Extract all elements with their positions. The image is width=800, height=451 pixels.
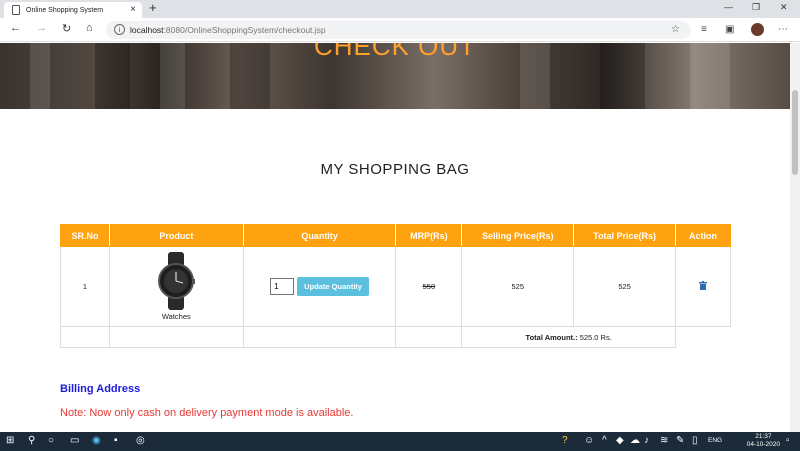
refresh-icon[interactable]: ↻ xyxy=(62,22,71,35)
product-name: Watches xyxy=(161,312,191,321)
cart-table: SR.No Product Quantity MRP(Rs) Selling P… xyxy=(60,224,731,348)
close-tab-icon[interactable]: × xyxy=(130,4,136,15)
help-icon[interactable]: ? xyxy=(562,435,568,446)
browser-tab[interactable]: Online Shopping System × xyxy=(4,2,142,18)
clock-time: 21:37 xyxy=(755,433,772,440)
favorites-list-icon[interactable]: ≡ xyxy=(701,24,707,35)
table-header-row: SR.No Product Quantity MRP(Rs) Selling P… xyxy=(60,224,731,247)
restore-icon[interactable]: ❐ xyxy=(752,2,760,13)
total-row-cell xyxy=(60,326,110,348)
total-amount-value: 525.0 Rs. xyxy=(577,332,612,342)
page-viewport: CHECK OUT MY SHOPPING BAG SR.No Product … xyxy=(0,43,790,432)
billing-address-title: Billing Address xyxy=(60,383,141,395)
col-header-srno: SR.No xyxy=(60,224,110,247)
hero-banner: CHECK OUT xyxy=(0,43,790,109)
mrp-value: 550 xyxy=(422,282,436,291)
page-title: MY SHOPPING BAG xyxy=(320,161,470,178)
browser-titlebar: Online Shopping System × + — ❐ ✕ xyxy=(0,0,800,18)
tab-title: Online Shopping System xyxy=(26,6,104,14)
windows-taskbar: ⊞ ⚲ ○ ▭ ◉ ▪ ◎ ? ☺ ^ ◆ ☁ ♪ ≋ ✎ ▯ ENG 21:3… xyxy=(0,432,800,451)
forward-icon[interactable]: → xyxy=(36,22,47,34)
cell-product: Watches xyxy=(108,246,244,327)
terminal-icon[interactable]: ▪ xyxy=(114,435,118,446)
network-icon[interactable]: ≋ xyxy=(660,435,668,446)
col-header-mrp: MRP(Rs) xyxy=(395,224,463,247)
app-icon[interactable]: ◎ xyxy=(136,435,145,446)
total-amount-cell: Total Amount.: 525.0 Rs. xyxy=(461,326,677,348)
favorite-star-icon[interactable]: ☆ xyxy=(671,24,680,35)
update-quantity-button[interactable]: Update Quantity xyxy=(297,277,370,296)
cell-total-price: 525 xyxy=(573,246,677,327)
clock-date: 04-10-2020 xyxy=(746,441,780,448)
profile-avatar[interactable] xyxy=(751,23,764,36)
address-toolbar: ← → ↻ ⌂ i localhost:8080/OnlineShoppingS… xyxy=(0,18,800,42)
collections-icon[interactable]: ▣ xyxy=(725,24,734,35)
hero-title: CHECK OUT xyxy=(313,43,477,61)
search-icon[interactable]: ⚲ xyxy=(28,435,35,446)
onedrive-icon[interactable]: ☁ xyxy=(630,435,640,446)
edge-browser-icon[interactable]: ◉ xyxy=(92,435,101,446)
cell-quantity: Update Quantity xyxy=(242,246,397,327)
url-field[interactable]: i localhost:8080/OnlineShoppingSystem/ch… xyxy=(106,21,691,39)
back-icon[interactable]: ← xyxy=(10,22,21,34)
system-clock[interactable]: 21:37 04-10-2020 xyxy=(747,433,780,449)
volume-icon[interactable]: ♪ xyxy=(644,435,649,446)
language-indicator[interactable]: ENG xyxy=(708,437,722,444)
url-host: localhost xyxy=(130,25,164,35)
table-row: 1 Watches Update Quantity xyxy=(60,246,731,327)
dropbox-icon[interactable]: ◆ xyxy=(616,435,624,446)
quantity-input[interactable] xyxy=(270,278,295,295)
col-header-action: Action xyxy=(675,224,731,247)
total-row-cell xyxy=(395,326,463,348)
trash-icon[interactable] xyxy=(699,281,707,290)
col-header-product: Product xyxy=(108,224,244,247)
col-header-total-price: Total Price(Rs) xyxy=(573,224,677,247)
task-view-icon[interactable]: ○ xyxy=(48,435,54,446)
more-menu-icon[interactable]: ⋯ xyxy=(778,24,788,35)
total-row: Total Amount.: 525.0 Rs. xyxy=(60,326,731,348)
page-icon xyxy=(12,5,20,15)
cell-srno: 1 xyxy=(60,246,110,327)
product-image xyxy=(158,252,196,310)
pen-icon[interactable]: ✎ xyxy=(676,435,684,446)
total-amount-label: Total Amount.: xyxy=(525,332,578,342)
cell-selling-price: 525 xyxy=(461,246,575,327)
url-path: :8080/OnlineShoppingSystem/checkout.jsp xyxy=(163,25,326,35)
cell-action xyxy=(675,246,731,327)
notification-icon[interactable]: ▫ xyxy=(786,435,790,446)
file-explorer-icon[interactable]: ▭ xyxy=(70,435,79,446)
payment-note: Note: Now only cash on delivery payment … xyxy=(60,407,354,419)
show-hidden-icons-icon[interactable]: ^ xyxy=(602,435,607,446)
total-row-cell xyxy=(242,326,397,348)
cell-mrp: 550 xyxy=(395,246,463,327)
people-icon[interactable]: ☺ xyxy=(584,435,594,446)
total-row-cell xyxy=(108,326,244,348)
window-close-icon[interactable]: ✕ xyxy=(780,2,788,13)
col-header-quantity: Quantity xyxy=(242,224,397,247)
battery-icon[interactable]: ▯ xyxy=(692,435,698,446)
home-icon[interactable]: ⌂ xyxy=(86,22,93,34)
col-header-selling-price: Selling Price(Rs) xyxy=(461,224,575,247)
windows-start-icon[interactable]: ⊞ xyxy=(6,435,14,446)
scrollbar-thumb[interactable] xyxy=(792,90,798,175)
info-icon[interactable]: i xyxy=(114,24,125,35)
new-tab-button[interactable]: + xyxy=(149,0,157,15)
minimize-icon[interactable]: — xyxy=(724,2,733,12)
